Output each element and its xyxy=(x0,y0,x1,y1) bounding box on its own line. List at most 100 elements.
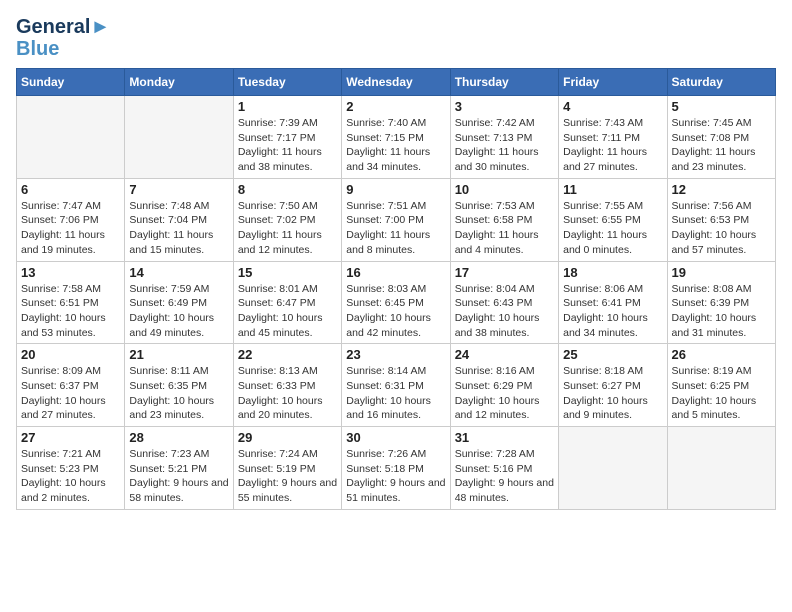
calendar-cell: 13 Sunrise: 7:58 AM Sunset: 6:51 PM Dayl… xyxy=(17,261,125,344)
weekday-header: Sunday xyxy=(17,69,125,96)
daylight-label: Daylight: 10 hours and 38 minutes. xyxy=(455,312,540,339)
calendar-cell: 25 Sunrise: 8:18 AM Sunset: 6:27 PM Dayl… xyxy=(559,344,667,427)
day-number: 30 xyxy=(346,430,445,445)
day-info: Sunrise: 7:24 AM Sunset: 5:19 PM Dayligh… xyxy=(238,447,337,506)
calendar-week-row: 20 Sunrise: 8:09 AM Sunset: 6:37 PM Dayl… xyxy=(17,344,776,427)
sunset-label: Sunset: 7:00 PM xyxy=(346,214,424,226)
sunrise-label: Sunrise: 7:51 AM xyxy=(346,200,426,212)
calendar-week-row: 27 Sunrise: 7:21 AM Sunset: 5:23 PM Dayl… xyxy=(17,427,776,510)
sunset-label: Sunset: 7:11 PM xyxy=(563,132,640,144)
calendar-cell: 28 Sunrise: 7:23 AM Sunset: 5:21 PM Dayl… xyxy=(125,427,233,510)
day-number: 22 xyxy=(238,347,337,362)
sunrise-label: Sunrise: 7:39 AM xyxy=(238,117,318,129)
day-info: Sunrise: 7:39 AM Sunset: 7:17 PM Dayligh… xyxy=(238,116,337,175)
sunset-label: Sunset: 6:39 PM xyxy=(672,297,750,309)
daylight-label: Daylight: 10 hours and 9 minutes. xyxy=(563,395,648,422)
day-number: 31 xyxy=(455,430,554,445)
sunrise-label: Sunrise: 8:09 AM xyxy=(21,365,101,377)
calendar-cell: 11 Sunrise: 7:55 AM Sunset: 6:55 PM Dayl… xyxy=(559,178,667,261)
day-number: 2 xyxy=(346,99,445,114)
sunrise-label: Sunrise: 8:06 AM xyxy=(563,283,643,295)
calendar-cell: 8 Sunrise: 7:50 AM Sunset: 7:02 PM Dayli… xyxy=(233,178,341,261)
sunrise-label: Sunrise: 8:16 AM xyxy=(455,365,535,377)
sunrise-label: Sunrise: 7:58 AM xyxy=(21,283,101,295)
calendar-cell: 10 Sunrise: 7:53 AM Sunset: 6:58 PM Dayl… xyxy=(450,178,558,261)
sunrise-label: Sunrise: 7:48 AM xyxy=(129,200,209,212)
day-number: 5 xyxy=(672,99,771,114)
weekday-header-row: SundayMondayTuesdayWednesdayThursdayFrid… xyxy=(17,69,776,96)
calendar-cell: 22 Sunrise: 8:13 AM Sunset: 6:33 PM Dayl… xyxy=(233,344,341,427)
sunrise-label: Sunrise: 7:47 AM xyxy=(21,200,101,212)
daylight-label: Daylight: 11 hours and 8 minutes. xyxy=(346,229,430,256)
weekday-header: Friday xyxy=(559,69,667,96)
day-number: 24 xyxy=(455,347,554,362)
calendar-cell: 9 Sunrise: 7:51 AM Sunset: 7:00 PM Dayli… xyxy=(342,178,450,261)
sunrise-label: Sunrise: 7:26 AM xyxy=(346,448,426,460)
day-number: 12 xyxy=(672,182,771,197)
calendar-cell: 14 Sunrise: 7:59 AM Sunset: 6:49 PM Dayl… xyxy=(125,261,233,344)
sunset-label: Sunset: 5:16 PM xyxy=(455,463,533,475)
sunset-label: Sunset: 6:45 PM xyxy=(346,297,424,309)
day-info: Sunrise: 7:56 AM Sunset: 6:53 PM Dayligh… xyxy=(672,199,771,258)
sunset-label: Sunset: 7:08 PM xyxy=(672,132,750,144)
sunset-label: Sunset: 6:41 PM xyxy=(563,297,641,309)
calendar-cell: 5 Sunrise: 7:45 AM Sunset: 7:08 PM Dayli… xyxy=(667,96,775,179)
daylight-label: Daylight: 10 hours and 12 minutes. xyxy=(455,395,540,422)
page-header: General► Blue xyxy=(16,16,776,60)
calendar-cell: 21 Sunrise: 8:11 AM Sunset: 6:35 PM Dayl… xyxy=(125,344,233,427)
sunrise-label: Sunrise: 8:01 AM xyxy=(238,283,318,295)
daylight-label: Daylight: 11 hours and 38 minutes. xyxy=(238,146,322,173)
sunrise-label: Sunrise: 7:21 AM xyxy=(21,448,101,460)
sunset-label: Sunset: 7:15 PM xyxy=(346,132,424,144)
daylight-label: Daylight: 10 hours and 42 minutes. xyxy=(346,312,431,339)
logo-blue: Blue xyxy=(16,38,110,60)
day-info: Sunrise: 7:26 AM Sunset: 5:18 PM Dayligh… xyxy=(346,447,445,506)
day-info: Sunrise: 8:11 AM Sunset: 6:35 PM Dayligh… xyxy=(129,364,228,423)
sunset-label: Sunset: 5:19 PM xyxy=(238,463,316,475)
sunset-label: Sunset: 6:55 PM xyxy=(563,214,641,226)
calendar-cell: 6 Sunrise: 7:47 AM Sunset: 7:06 PM Dayli… xyxy=(17,178,125,261)
sunset-label: Sunset: 5:23 PM xyxy=(21,463,99,475)
calendar-week-row: 13 Sunrise: 7:58 AM Sunset: 6:51 PM Dayl… xyxy=(17,261,776,344)
day-number: 29 xyxy=(238,430,337,445)
daylight-label: Daylight: 10 hours and 23 minutes. xyxy=(129,395,214,422)
sunset-label: Sunset: 7:06 PM xyxy=(21,214,99,226)
sunset-label: Sunset: 6:25 PM xyxy=(672,380,750,392)
day-info: Sunrise: 8:04 AM Sunset: 6:43 PM Dayligh… xyxy=(455,282,554,341)
day-info: Sunrise: 7:47 AM Sunset: 7:06 PM Dayligh… xyxy=(21,199,120,258)
day-info: Sunrise: 7:58 AM Sunset: 6:51 PM Dayligh… xyxy=(21,282,120,341)
sunrise-label: Sunrise: 8:03 AM xyxy=(346,283,426,295)
weekday-header: Saturday xyxy=(667,69,775,96)
daylight-label: Daylight: 10 hours and 16 minutes. xyxy=(346,395,431,422)
logo: General► Blue xyxy=(16,16,110,60)
daylight-label: Daylight: 10 hours and 5 minutes. xyxy=(672,395,757,422)
daylight-label: Daylight: 11 hours and 15 minutes. xyxy=(129,229,213,256)
sunrise-label: Sunrise: 7:53 AM xyxy=(455,200,535,212)
day-info: Sunrise: 7:45 AM Sunset: 7:08 PM Dayligh… xyxy=(672,116,771,175)
weekday-header: Wednesday xyxy=(342,69,450,96)
sunset-label: Sunset: 6:58 PM xyxy=(455,214,533,226)
sunset-label: Sunset: 5:18 PM xyxy=(346,463,424,475)
day-number: 9 xyxy=(346,182,445,197)
calendar-cell: 19 Sunrise: 8:08 AM Sunset: 6:39 PM Dayl… xyxy=(667,261,775,344)
sunrise-label: Sunrise: 7:43 AM xyxy=(563,117,643,129)
sunrise-label: Sunrise: 7:40 AM xyxy=(346,117,426,129)
daylight-label: Daylight: 10 hours and 49 minutes. xyxy=(129,312,214,339)
calendar-cell: 1 Sunrise: 7:39 AM Sunset: 7:17 PM Dayli… xyxy=(233,96,341,179)
sunset-label: Sunset: 6:47 PM xyxy=(238,297,316,309)
day-number: 15 xyxy=(238,265,337,280)
daylight-label: Daylight: 9 hours and 48 minutes. xyxy=(455,477,554,504)
daylight-label: Daylight: 9 hours and 58 minutes. xyxy=(129,477,228,504)
sunrise-label: Sunrise: 8:14 AM xyxy=(346,365,426,377)
calendar-cell: 26 Sunrise: 8:19 AM Sunset: 6:25 PM Dayl… xyxy=(667,344,775,427)
daylight-label: Daylight: 11 hours and 34 minutes. xyxy=(346,146,430,173)
day-number: 8 xyxy=(238,182,337,197)
day-info: Sunrise: 7:59 AM Sunset: 6:49 PM Dayligh… xyxy=(129,282,228,341)
day-number: 21 xyxy=(129,347,228,362)
sunset-label: Sunset: 6:53 PM xyxy=(672,214,750,226)
day-info: Sunrise: 7:28 AM Sunset: 5:16 PM Dayligh… xyxy=(455,447,554,506)
calendar-week-row: 6 Sunrise: 7:47 AM Sunset: 7:06 PM Dayli… xyxy=(17,178,776,261)
calendar-cell: 12 Sunrise: 7:56 AM Sunset: 6:53 PM Dayl… xyxy=(667,178,775,261)
sunset-label: Sunset: 6:33 PM xyxy=(238,380,316,392)
day-number: 7 xyxy=(129,182,228,197)
